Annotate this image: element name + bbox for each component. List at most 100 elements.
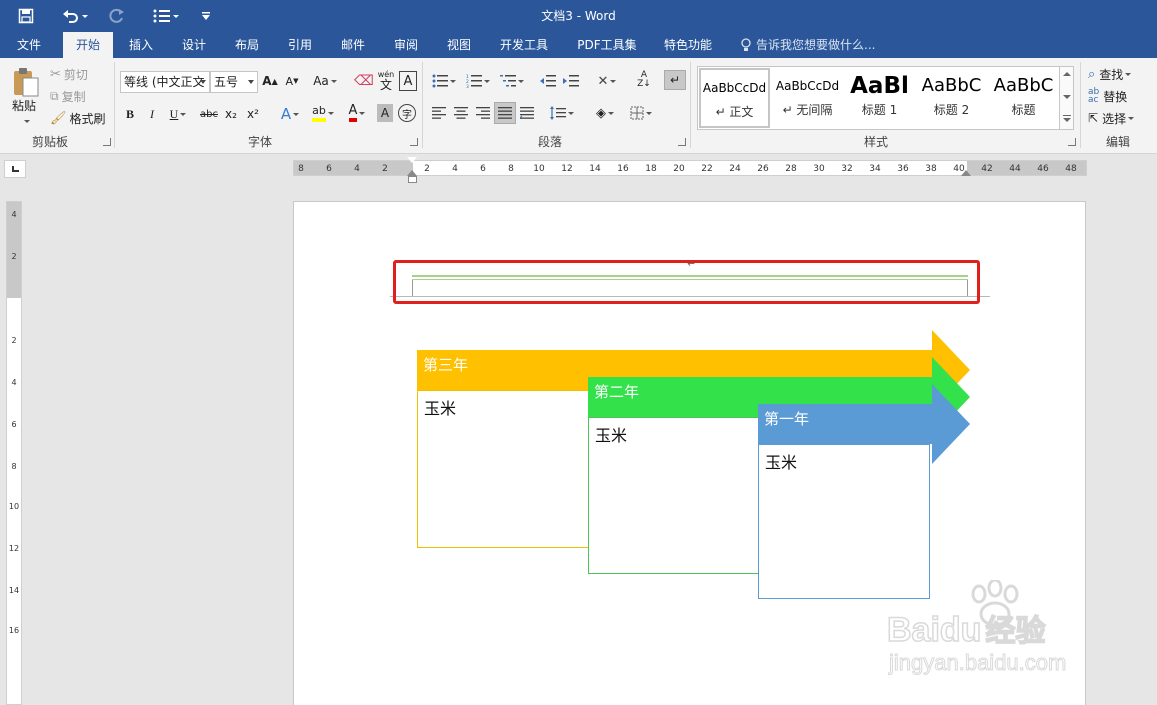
- character-border-icon[interactable]: A: [399, 71, 417, 91]
- superscript-button[interactable]: x²: [244, 104, 262, 124]
- align-left-icon[interactable]: [430, 104, 448, 122]
- watermark-url: jingyan.baidu.com: [888, 650, 1067, 676]
- style-normal-sample: AaBbCcDd: [702, 81, 767, 95]
- show-hide-marks-icon[interactable]: ↵: [664, 70, 686, 90]
- horizontal-ruler[interactable]: 8 6 4 2 2 4 6 8 10 12 14 16 18 20 22 24 26 28 30 32 34 36 38 40…: [293, 156, 1087, 183]
- phonetic-guide-icon[interactable]: wén 文: [376, 68, 396, 92]
- tab-mailings[interactable]: 邮件: [331, 32, 375, 58]
- scroll-down-icon[interactable]: [1063, 95, 1071, 99]
- timeline-content-box[interactable]: 玉米: [588, 417, 760, 574]
- right-indent-marker[interactable]: [961, 170, 971, 176]
- tab-view[interactable]: 视图: [437, 32, 481, 58]
- tell-me-search[interactable]: 告诉我您想要做什么...: [740, 32, 875, 58]
- line-spacing-button[interactable]: [548, 104, 576, 122]
- tab-file[interactable]: 文件: [6, 32, 52, 58]
- replace-button[interactable]: ab ac 替换: [1088, 87, 1127, 105]
- ruler-tick-label: 16: [617, 164, 629, 174]
- bullets-button[interactable]: [430, 72, 458, 90]
- styles-gallery-scroll[interactable]: [1060, 66, 1074, 130]
- font-name-value: 等线 (中文正文: [124, 75, 205, 89]
- tab-selector[interactable]: [4, 160, 26, 178]
- style-heading-2[interactable]: AaBbC 标题 2: [916, 68, 987, 128]
- font-size-select[interactable]: 五号: [210, 71, 258, 93]
- grow-font-icon[interactable]: A ▲: [262, 72, 278, 90]
- sort-icon[interactable]: A Z↓: [634, 70, 654, 90]
- ruler-tick-label: 22: [701, 164, 713, 174]
- ruler-tick-label: 42: [981, 164, 993, 174]
- timeline-content-box[interactable]: 玉米: [758, 444, 930, 599]
- numbering-button[interactable]: 123: [464, 72, 492, 90]
- enclose-characters-icon[interactable]: 字: [398, 104, 416, 122]
- select-button[interactable]: ⇱ 选择: [1088, 109, 1135, 127]
- ruler-tick-label: 8: [11, 462, 17, 471]
- align-right-icon[interactable]: [474, 104, 492, 122]
- tab-developer[interactable]: 开发工具: [492, 32, 556, 58]
- ruler-tick-label: 18: [645, 164, 657, 174]
- copy-button[interactable]: ⧉ 复制: [50, 88, 86, 104]
- shading-button[interactable]: ◈: [590, 104, 620, 122]
- clear-formatting-icon[interactable]: ⌫: [354, 72, 374, 90]
- tab-design[interactable]: 设计: [172, 32, 216, 58]
- justify-icon[interactable]: [494, 102, 516, 124]
- bold-button[interactable]: B: [122, 104, 138, 124]
- save-icon[interactable]: [12, 0, 40, 32]
- increase-indent-icon[interactable]: [561, 72, 581, 90]
- strikethrough-button[interactable]: abc: [198, 104, 220, 124]
- find-button[interactable]: ⌕ 查找: [1088, 65, 1132, 83]
- tab-references[interactable]: 引用: [278, 32, 322, 58]
- multilevel-list-button[interactable]: [498, 72, 526, 90]
- paste-icon[interactable]: [8, 64, 44, 100]
- redo-icon[interactable]: [104, 0, 130, 32]
- scroll-up-icon[interactable]: [1063, 72, 1071, 76]
- undo-icon[interactable]: [56, 0, 94, 32]
- subscript-button[interactable]: x₂: [222, 104, 240, 124]
- baidu-jingyan-watermark: Baidu 经验 jingyan.baidu.com: [885, 580, 1100, 680]
- style-title[interactable]: AaBbC 标题: [988, 68, 1059, 128]
- character-shading-icon[interactable]: A: [377, 104, 393, 122]
- font-name-select[interactable]: 等线 (中文正文: [120, 71, 210, 93]
- paste-dropdown-icon[interactable]: [24, 120, 30, 123]
- timeline-content-box[interactable]: 玉米: [417, 390, 589, 548]
- tab-insert[interactable]: 插入: [119, 32, 163, 58]
- asian-layout-button[interactable]: ✕: [592, 72, 622, 90]
- align-center-icon[interactable]: [452, 104, 470, 122]
- highlight-color-button[interactable]: ab: [308, 102, 338, 124]
- ruler-tick-label: 32: [841, 164, 853, 174]
- header-highlight-box: [393, 260, 980, 304]
- font-color-button[interactable]: A: [342, 102, 372, 124]
- format-painter-label: 格式刷: [69, 111, 106, 126]
- shrink-font-icon[interactable]: A ▼: [284, 72, 300, 90]
- tab-special-features[interactable]: 特色功能: [656, 32, 720, 58]
- borders-button[interactable]: [626, 104, 656, 122]
- italic-button[interactable]: I: [144, 104, 160, 124]
- cut-button[interactable]: ✂ 剪切: [50, 66, 88, 82]
- ribbon-home: 粘贴 ✂ 剪切 ⧉ 复制 🖌 格式刷 剪贴板 等线 (中文正文 五号 A ▲ A ▼…: [0, 58, 1157, 154]
- left-indent-marker[interactable]: [408, 176, 417, 183]
- tab-pdf-tools[interactable]: PDF工具集: [570, 32, 644, 58]
- style-normal[interactable]: AaBbCcDd ↵ 正文: [699, 68, 770, 128]
- tab-home[interactable]: 开始: [63, 32, 113, 58]
- bullet-list-icon[interactable]: [148, 0, 184, 32]
- underline-button[interactable]: U: [166, 104, 190, 124]
- font-launcher-icon[interactable]: [410, 138, 418, 146]
- ruler-tick-label: 26: [757, 164, 769, 174]
- style-heading-1[interactable]: AaBl 标题 1: [844, 68, 915, 128]
- timeline-content-text: 玉米: [595, 426, 628, 445]
- customize-qat-icon[interactable]: [198, 0, 214, 32]
- vertical-ruler[interactable]: 4 2 2 4 6 8 10 12 14 16: [6, 201, 22, 705]
- style-no-spacing[interactable]: AaBbCcDd ↵ 无间隔: [772, 68, 843, 128]
- paragraph-launcher-icon[interactable]: [678, 138, 686, 146]
- styles-launcher-icon[interactable]: [1068, 138, 1076, 146]
- paste-button[interactable]: 粘贴: [12, 98, 36, 114]
- change-case-button[interactable]: Aa: [310, 72, 340, 90]
- text-effects-icon[interactable]: A: [276, 104, 304, 124]
- tab-layout[interactable]: 布局: [225, 32, 269, 58]
- decrease-indent-icon[interactable]: [538, 72, 558, 90]
- replace-label: 替换: [1103, 89, 1128, 104]
- more-styles-icon[interactable]: [1063, 115, 1071, 116]
- distributed-icon[interactable]: [518, 104, 536, 122]
- clipboard-launcher-icon[interactable]: [103, 138, 111, 146]
- format-painter-button[interactable]: 🖌 格式刷: [50, 110, 106, 126]
- tab-review[interactable]: 审阅: [384, 32, 428, 58]
- first-line-indent-marker[interactable]: [407, 157, 417, 163]
